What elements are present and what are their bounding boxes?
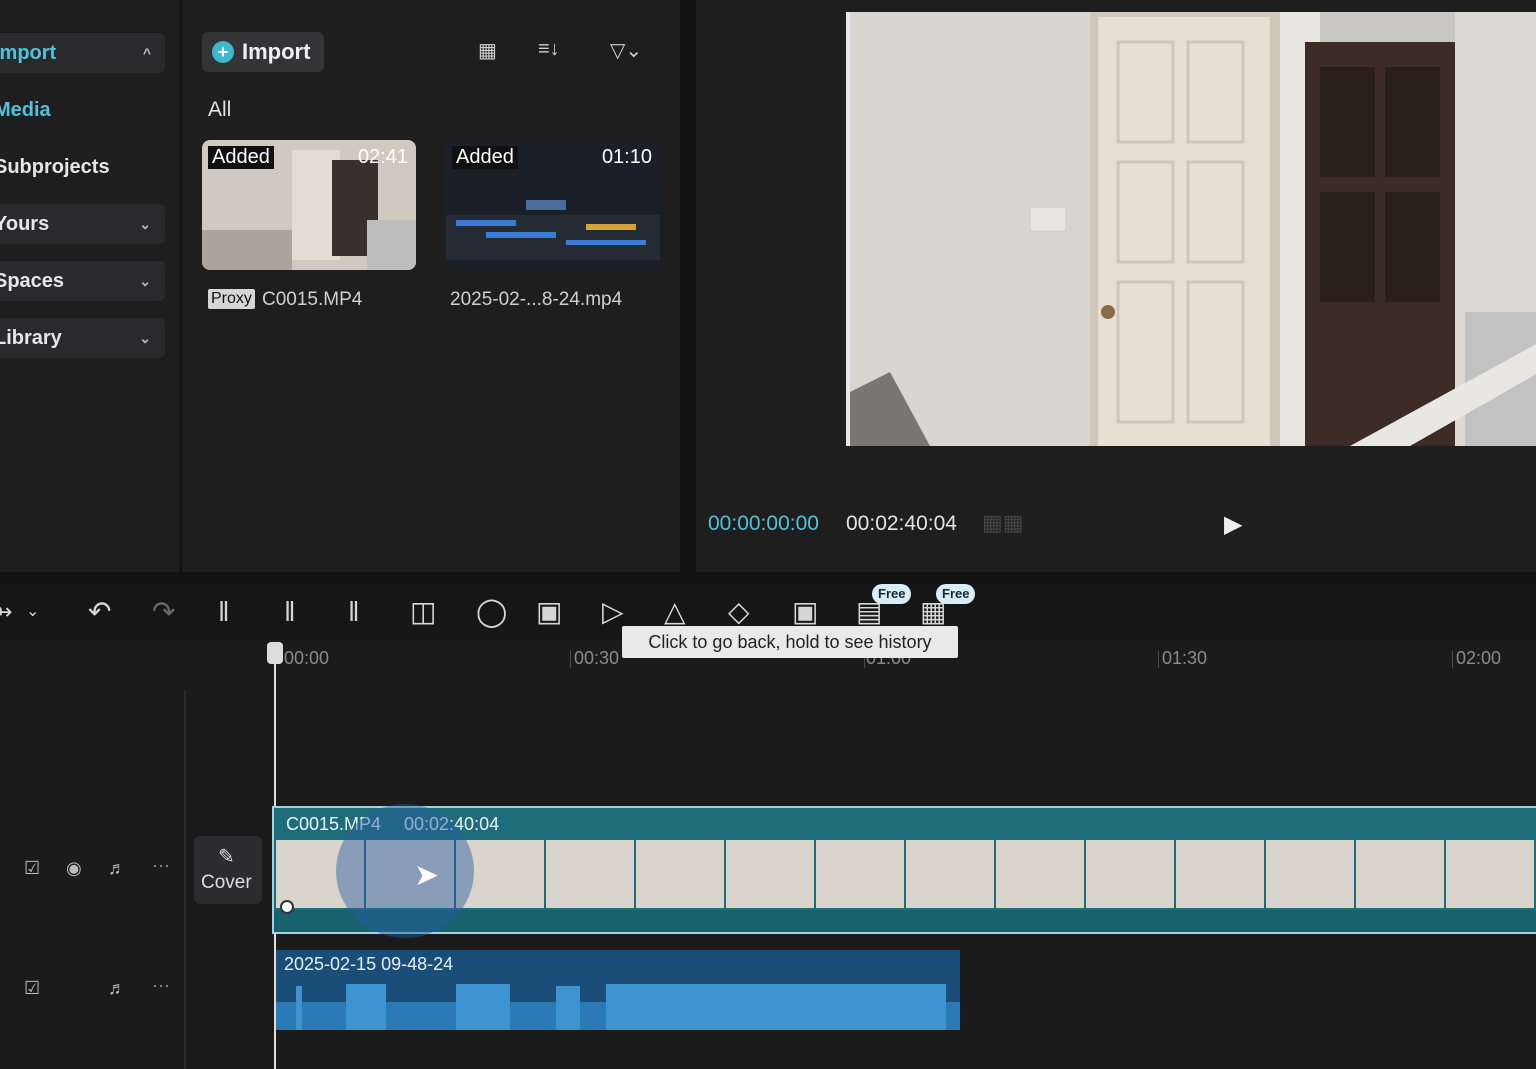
reverse-icon[interactable]: ▷ <box>602 596 624 628</box>
play-icon[interactable]: ▶ <box>1224 510 1242 539</box>
nav-subprojects-label: Subprojects <box>0 156 110 178</box>
left-navigation: Import ^ Media Subprojects Yours ⌄ Space… <box>0 0 180 572</box>
nav-yours-label: Yours <box>0 213 50 235</box>
media-item-name: 2025-02-...8-24.mp4 <box>450 289 623 310</box>
freeze-frame-icon[interactable]: ▣ <box>536 596 562 628</box>
pencil-icon: ✎ <box>218 846 235 868</box>
clip-frame <box>1446 840 1534 908</box>
clip-frame <box>546 840 634 908</box>
chevron-down-icon[interactable]: ⌄ <box>26 596 39 628</box>
import-button-label: Import <box>242 39 311 64</box>
proxy-badge: Proxy <box>208 289 255 309</box>
lock-icon[interactable]: ☑ <box>24 978 40 999</box>
volume-icon[interactable]: ♬ <box>108 858 126 879</box>
crop-icon[interactable]: ▣ <box>792 596 818 628</box>
grid-view-icon[interactable]: ▦ <box>478 38 497 63</box>
clip-frame <box>1266 840 1354 908</box>
eye-icon[interactable]: ◉ <box>66 858 82 879</box>
total-time: 00:02:40:04 <box>846 512 957 535</box>
ruler-tick <box>1452 650 1453 668</box>
delete-icon[interactable]: ◫ <box>410 596 436 628</box>
nav-spaces-label: Spaces <box>0 270 65 292</box>
media-item-screen-recording[interactable]: Added 01:10 <box>446 140 660 270</box>
split-icon[interactable]: ‖ <box>218 596 230 628</box>
cover-button[interactable]: ✎ Cover <box>194 836 262 904</box>
nav-media[interactable]: Media <box>0 90 165 130</box>
clip-frame <box>1176 840 1264 908</box>
clip-frame <box>726 840 814 908</box>
added-badge: Added <box>452 146 518 169</box>
more-icon[interactable]: ⋯ <box>152 976 170 997</box>
ruler-label: 00:00 <box>284 648 330 668</box>
added-badge: Added <box>208 146 274 169</box>
clip-frame <box>636 840 724 908</box>
nav-yours[interactable]: Yours ⌄ <box>0 204 165 244</box>
free-badge: Free <box>936 584 976 604</box>
video-preview[interactable] <box>846 12 1536 446</box>
clip-frame <box>816 840 904 908</box>
marker-icon[interactable]: ◯ <box>476 596 507 628</box>
more-icon[interactable]: ⋯ <box>152 856 170 877</box>
rotate-icon[interactable]: ◇ <box>728 596 750 628</box>
split-left-icon[interactable]: ‖ <box>284 596 296 628</box>
select-tool-icon[interactable]: ↬ <box>0 596 12 628</box>
audio-waveform <box>276 984 960 1030</box>
ruler-tick <box>1158 650 1159 668</box>
nav-import-label: Import <box>0 42 57 64</box>
duration-badge: 01:10 <box>601 146 652 168</box>
keyframe-handle[interactable] <box>280 900 294 914</box>
lock-icon[interactable]: ☑ <box>24 858 40 879</box>
media-panel: + Import ▦ ≡↓ ▽⌄ All Added 02:41 Proxy C… <box>182 0 680 572</box>
ruler-label: 00:30 <box>574 648 620 668</box>
volume-icon[interactable]: ♬ <box>108 978 126 999</box>
grid-icon[interactable]: ▦▦ <box>982 510 1024 536</box>
ruler-tick <box>570 650 571 668</box>
nav-library-label: Library <box>0 327 62 349</box>
mouse-cursor-icon: ➤ <box>414 859 440 892</box>
nav-import[interactable]: Import ^ <box>0 33 165 73</box>
free-badge: Free <box>872 584 912 604</box>
media-item-name: C0015.MP4 <box>262 289 363 310</box>
nav-media-label: Media <box>0 99 51 121</box>
player-panel: 00:00:00:00 00:02:40:04 ▦▦ ▶ <box>696 0 1536 572</box>
playhead-handle[interactable] <box>267 642 283 664</box>
mirror-icon[interactable]: △ <box>664 596 686 628</box>
clip-frame <box>1356 840 1444 908</box>
ruler-label: 01:30 <box>1162 648 1208 668</box>
clip-audio-strip <box>274 910 1536 932</box>
nav-subprojects[interactable]: Subprojects <box>0 147 165 187</box>
clip-frame <box>906 840 994 908</box>
audio-clip[interactable]: 2025-02-15 09-48-24 <box>276 950 960 1030</box>
clip-frame <box>996 840 1084 908</box>
plus-icon: + <box>212 41 234 63</box>
media-item-c0015[interactable]: Added 02:41 <box>202 140 416 270</box>
filter-icon[interactable]: ▽⌄ <box>610 38 642 63</box>
preview-frame <box>850 12 1536 446</box>
split-right-icon[interactable]: ‖ <box>348 596 360 628</box>
sort-icon[interactable]: ≡↓ <box>538 38 560 61</box>
nav-library[interactable]: Library ⌄ <box>0 318 165 358</box>
chevron-down-icon: ⌄ <box>139 216 151 232</box>
clip-name: 2025-02-15 09-48-24 <box>284 954 454 974</box>
nav-spaces[interactable]: Spaces ⌄ <box>0 261 165 301</box>
cursor-highlight <box>336 804 474 938</box>
duration-badge: 02:41 <box>357 146 408 168</box>
current-time: 00:00:00:00 <box>708 512 819 535</box>
redo-icon[interactable]: ↷ <box>152 596 175 628</box>
chevron-down-icon: ⌄ <box>139 273 151 289</box>
import-button[interactable]: + Import <box>202 32 324 72</box>
ruler-label: 02:00 <box>1456 648 1502 668</box>
cover-label: Cover <box>201 872 252 893</box>
clip-frame <box>1086 840 1174 908</box>
undo-tooltip: Click to go back, hold to see history <box>622 626 958 658</box>
undo-icon[interactable]: ↶ <box>88 596 111 628</box>
track-header-divider <box>184 690 186 1069</box>
chevron-up-icon: ^ <box>142 45 151 61</box>
chevron-down-icon: ⌄ <box>139 330 151 346</box>
filter-all-label[interactable]: All <box>208 98 231 122</box>
